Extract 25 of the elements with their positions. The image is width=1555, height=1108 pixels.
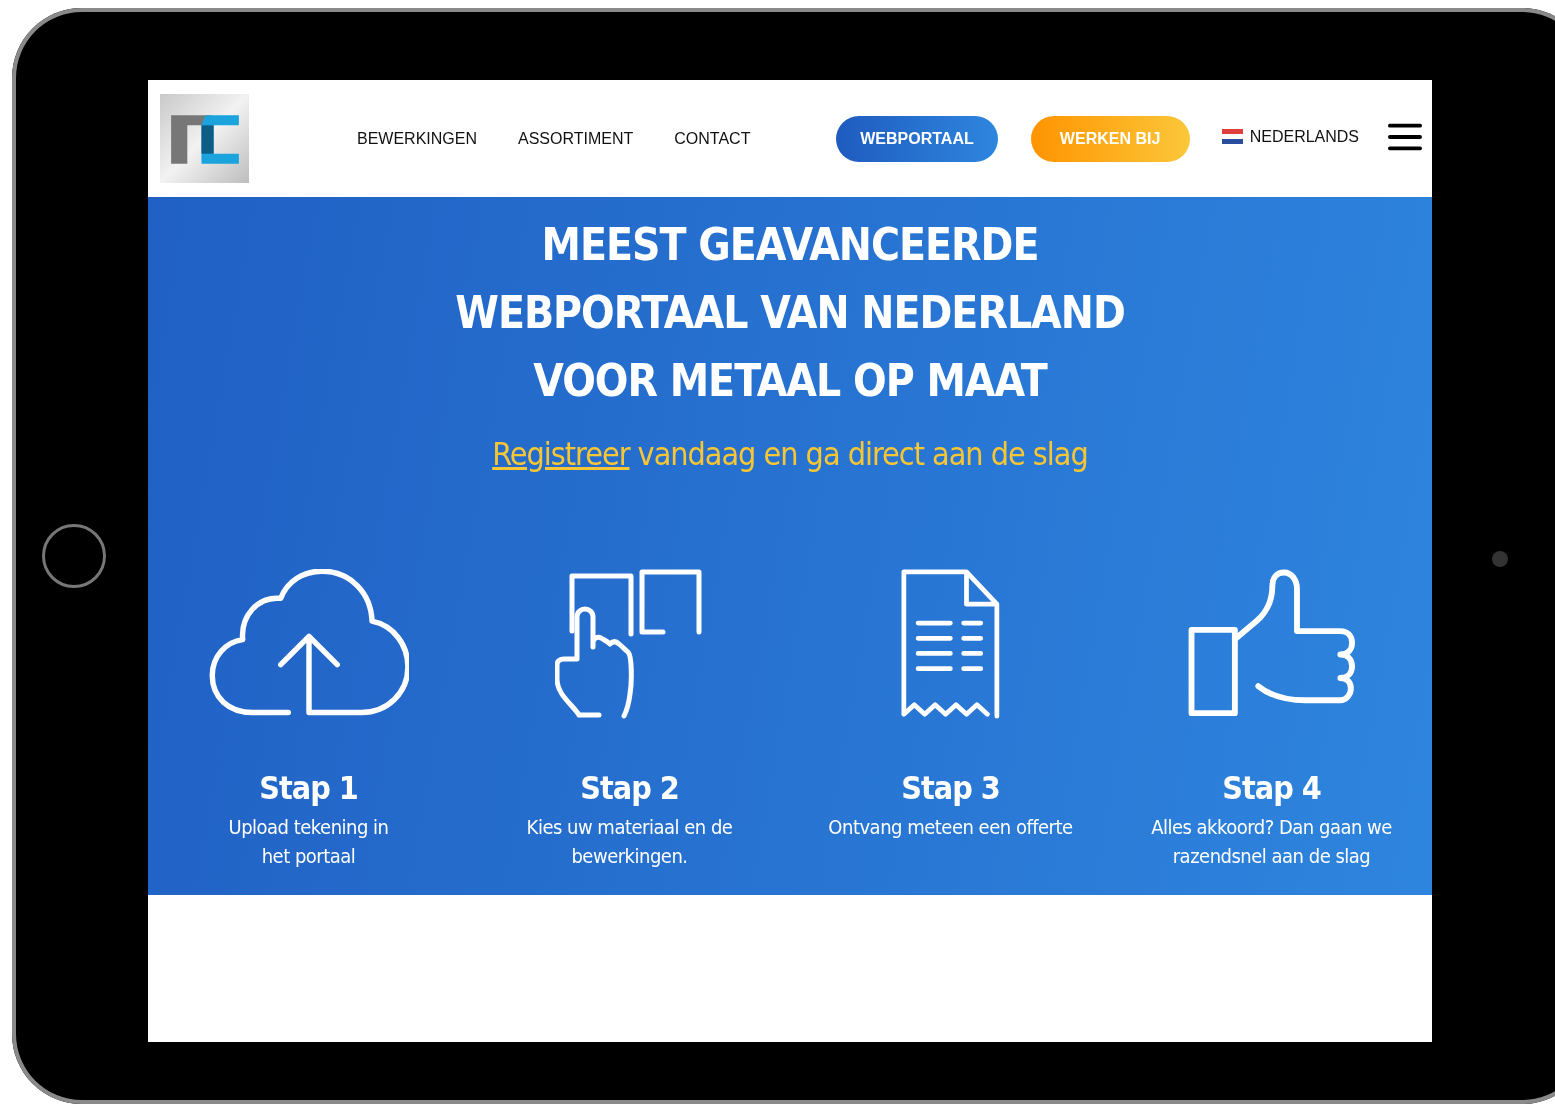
hero-title: MEEST GEAVANCEERDE xyxy=(541,218,1039,272)
document-icon xyxy=(901,569,1000,719)
nav-link[interactable]: CONTACT xyxy=(674,129,751,148)
menu-icon[interactable] xyxy=(1388,121,1422,152)
language-link[interactable]: NEDERLANDS xyxy=(1249,127,1360,146)
flag-icon xyxy=(1221,129,1243,144)
step-title: Stap 3 xyxy=(901,769,1000,807)
hand-pointer-icon xyxy=(554,569,705,719)
hero-title: WEBPORTAAL VAN NEDERLAND xyxy=(455,286,1125,340)
hero-subtitle: Registreer vandaag en ga direct aan de slag xyxy=(492,435,1088,473)
thumbs-up-icon xyxy=(1188,569,1355,719)
home-button-icon xyxy=(42,524,106,588)
step-description: Upload tekening in het portaal xyxy=(228,814,389,870)
camera-icon xyxy=(1492,551,1508,567)
header-button[interactable]: WEBPORTAAL xyxy=(836,115,998,162)
nav-link[interactable]: BEWERKINGEN xyxy=(357,129,477,148)
nav-link[interactable]: ASSORTIMENT xyxy=(518,129,634,148)
hero-title: VOOR METAAL OP MAAT xyxy=(533,354,1047,408)
step-description: Alles akkoord? Dan gaan we razendsnel aan de slag xyxy=(1151,814,1392,870)
step-description: Kies uw materiaal en de bewerkingen. xyxy=(526,814,733,870)
step-title: Stap 4 xyxy=(1222,769,1321,807)
logo-icon xyxy=(160,94,249,183)
step-title: Stap 2 xyxy=(580,769,679,807)
step-description: Ontvang meteen een offerte xyxy=(828,814,1073,841)
step-title: Stap 1 xyxy=(259,769,358,807)
